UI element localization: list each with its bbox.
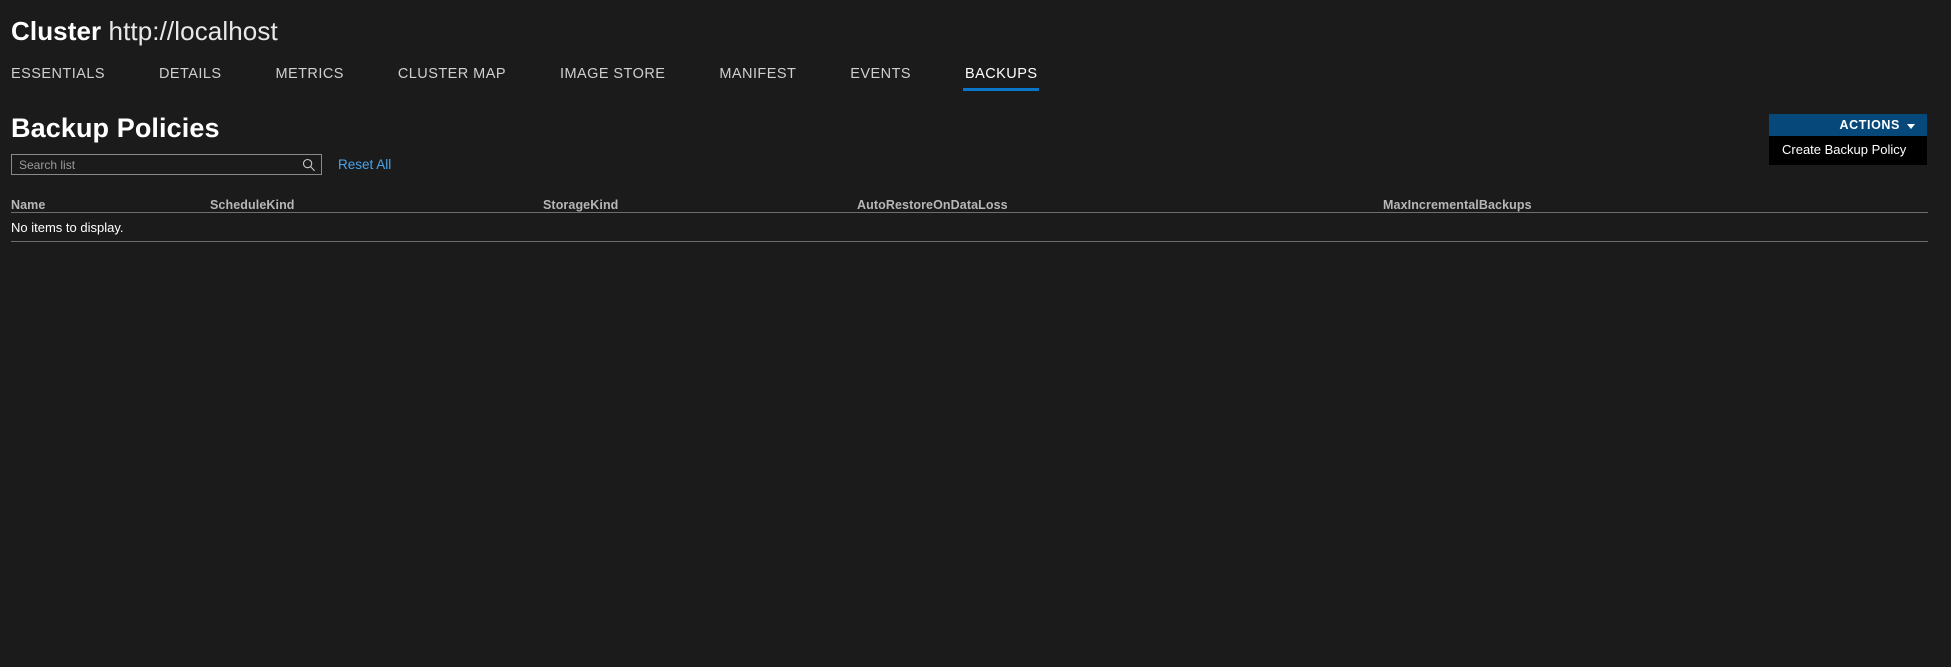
empty-message: No items to display. — [11, 219, 124, 235]
tab-essentials[interactable]: ESSENTIALS — [11, 66, 105, 91]
tab-backups[interactable]: BACKUPS — [963, 66, 1040, 91]
column-header-maxincrementalbackups[interactable]: MaxIncrementalBackups — [1383, 198, 1928, 212]
section-title: Backup Policies — [11, 113, 220, 143]
chevron-down-icon — [1907, 123, 1915, 129]
table-empty-row: No items to display. — [11, 213, 1928, 242]
column-header-schedulekind[interactable]: ScheduleKind — [210, 198, 543, 212]
search-input[interactable] — [12, 155, 321, 174]
tab-events[interactable]: EVENTS — [850, 66, 911, 91]
reset-all-link[interactable]: Reset All — [338, 157, 391, 172]
backup-policies-table: Name ScheduleKind StorageKind AutoRestor… — [11, 191, 1928, 242]
page-title: Cluster http://localhost — [11, 16, 1951, 46]
filter-row: Reset All — [11, 154, 1951, 175]
search-box[interactable] — [11, 154, 322, 175]
main-content: Backup Policies Reset All Name ScheduleK… — [0, 91, 1951, 242]
tab-details[interactable]: DETAILS — [159, 66, 222, 91]
actions-button[interactable]: ACTIONS — [1769, 114, 1927, 136]
backups-page: Cluster http://localhost ESSENTIALS DETA… — [0, 0, 1951, 667]
actions-container: ACTIONS Create Backup Policy — [1769, 114, 1927, 165]
page-header: Cluster http://localhost — [0, 0, 1951, 46]
tab-image-store[interactable]: IMAGE STORE — [560, 66, 665, 91]
actions-dropdown-menu: Create Backup Policy — [1769, 136, 1927, 165]
tab-manifest[interactable]: MANIFEST — [719, 66, 796, 91]
table-header-row: Name ScheduleKind StorageKind AutoRestor… — [11, 191, 1928, 213]
column-header-name[interactable]: Name — [11, 198, 210, 212]
column-header-storagekind[interactable]: StorageKind — [543, 198, 857, 212]
tab-metrics[interactable]: METRICS — [275, 66, 343, 91]
tab-cluster-map[interactable]: CLUSTER MAP — [398, 66, 506, 91]
column-header-autorestoreondataloss[interactable]: AutoRestoreOnDataLoss — [857, 198, 1383, 212]
menu-item-create-backup-policy[interactable]: Create Backup Policy — [1769, 140, 1927, 160]
cluster-url: http://localhost — [108, 16, 278, 46]
tab-bar: ESSENTIALS DETAILS METRICS CLUSTER MAP I… — [0, 59, 1951, 91]
cluster-label: Cluster — [11, 16, 102, 46]
actions-button-label: ACTIONS — [1839, 118, 1900, 132]
